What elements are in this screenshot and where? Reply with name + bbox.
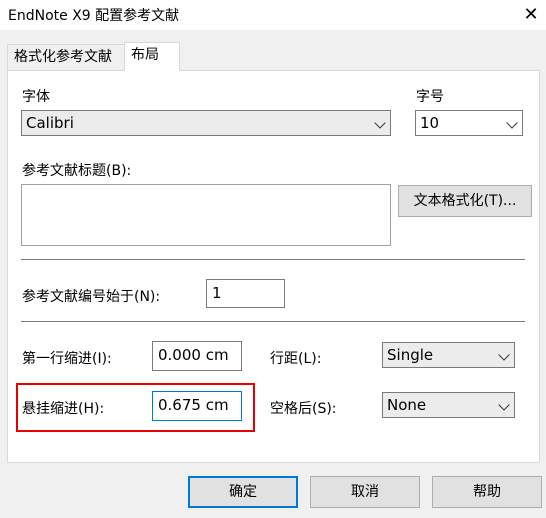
font-select-value: Calibri	[26, 114, 74, 132]
separator	[21, 259, 525, 261]
text-format-button[interactable]: 文本格式化(T)...	[398, 185, 532, 217]
separator	[21, 321, 525, 323]
tab-format-bibliography[interactable]: 格式化参考文献	[7, 44, 125, 70]
tab-layout[interactable]: 布局	[124, 42, 180, 71]
line-spacing-select[interactable]: Single	[382, 342, 515, 368]
space-after-select-value: None	[387, 396, 427, 414]
close-icon[interactable]: ✕	[518, 2, 544, 28]
first-line-indent-label: 第一行缩进(I):	[22, 351, 112, 367]
line-spacing-label: 行距(L):	[270, 351, 322, 367]
first-line-indent-input[interactable]: 0.000 cm	[152, 341, 242, 371]
font-label: 字体	[22, 89, 50, 105]
start-number-label: 参考文献编号始于(N):	[22, 289, 161, 305]
cancel-button[interactable]: 取消	[310, 476, 420, 508]
font-size-select-value: 10	[420, 114, 440, 132]
help-button[interactable]: 帮助	[432, 476, 542, 508]
start-number-input[interactable]: 1	[206, 279, 285, 308]
font-size-select[interactable]: 10	[415, 110, 523, 136]
chevron-down-icon	[374, 117, 386, 129]
hanging-indent-label: 悬挂缩进(H):	[22, 401, 105, 417]
space-after-label: 空格后(S):	[270, 401, 337, 417]
window-title: EndNote X9 配置参考文献	[8, 8, 180, 24]
title-bar: EndNote X9 配置参考文献 ✕	[0, 0, 546, 30]
bibliography-title-label: 参考文献标题(B):	[22, 163, 132, 179]
chevron-down-icon	[498, 399, 510, 411]
bibliography-title-input[interactable]	[21, 184, 391, 246]
chevron-down-icon	[506, 117, 518, 129]
font-size-label: 字号	[416, 89, 444, 105]
space-after-select[interactable]: None	[382, 392, 515, 418]
line-spacing-select-value: Single	[387, 346, 434, 364]
ok-button[interactable]: 确定	[188, 476, 298, 508]
hanging-indent-input[interactable]: 0.675 cm	[152, 391, 242, 421]
font-select[interactable]: Calibri	[21, 110, 391, 136]
chevron-down-icon	[498, 349, 510, 361]
